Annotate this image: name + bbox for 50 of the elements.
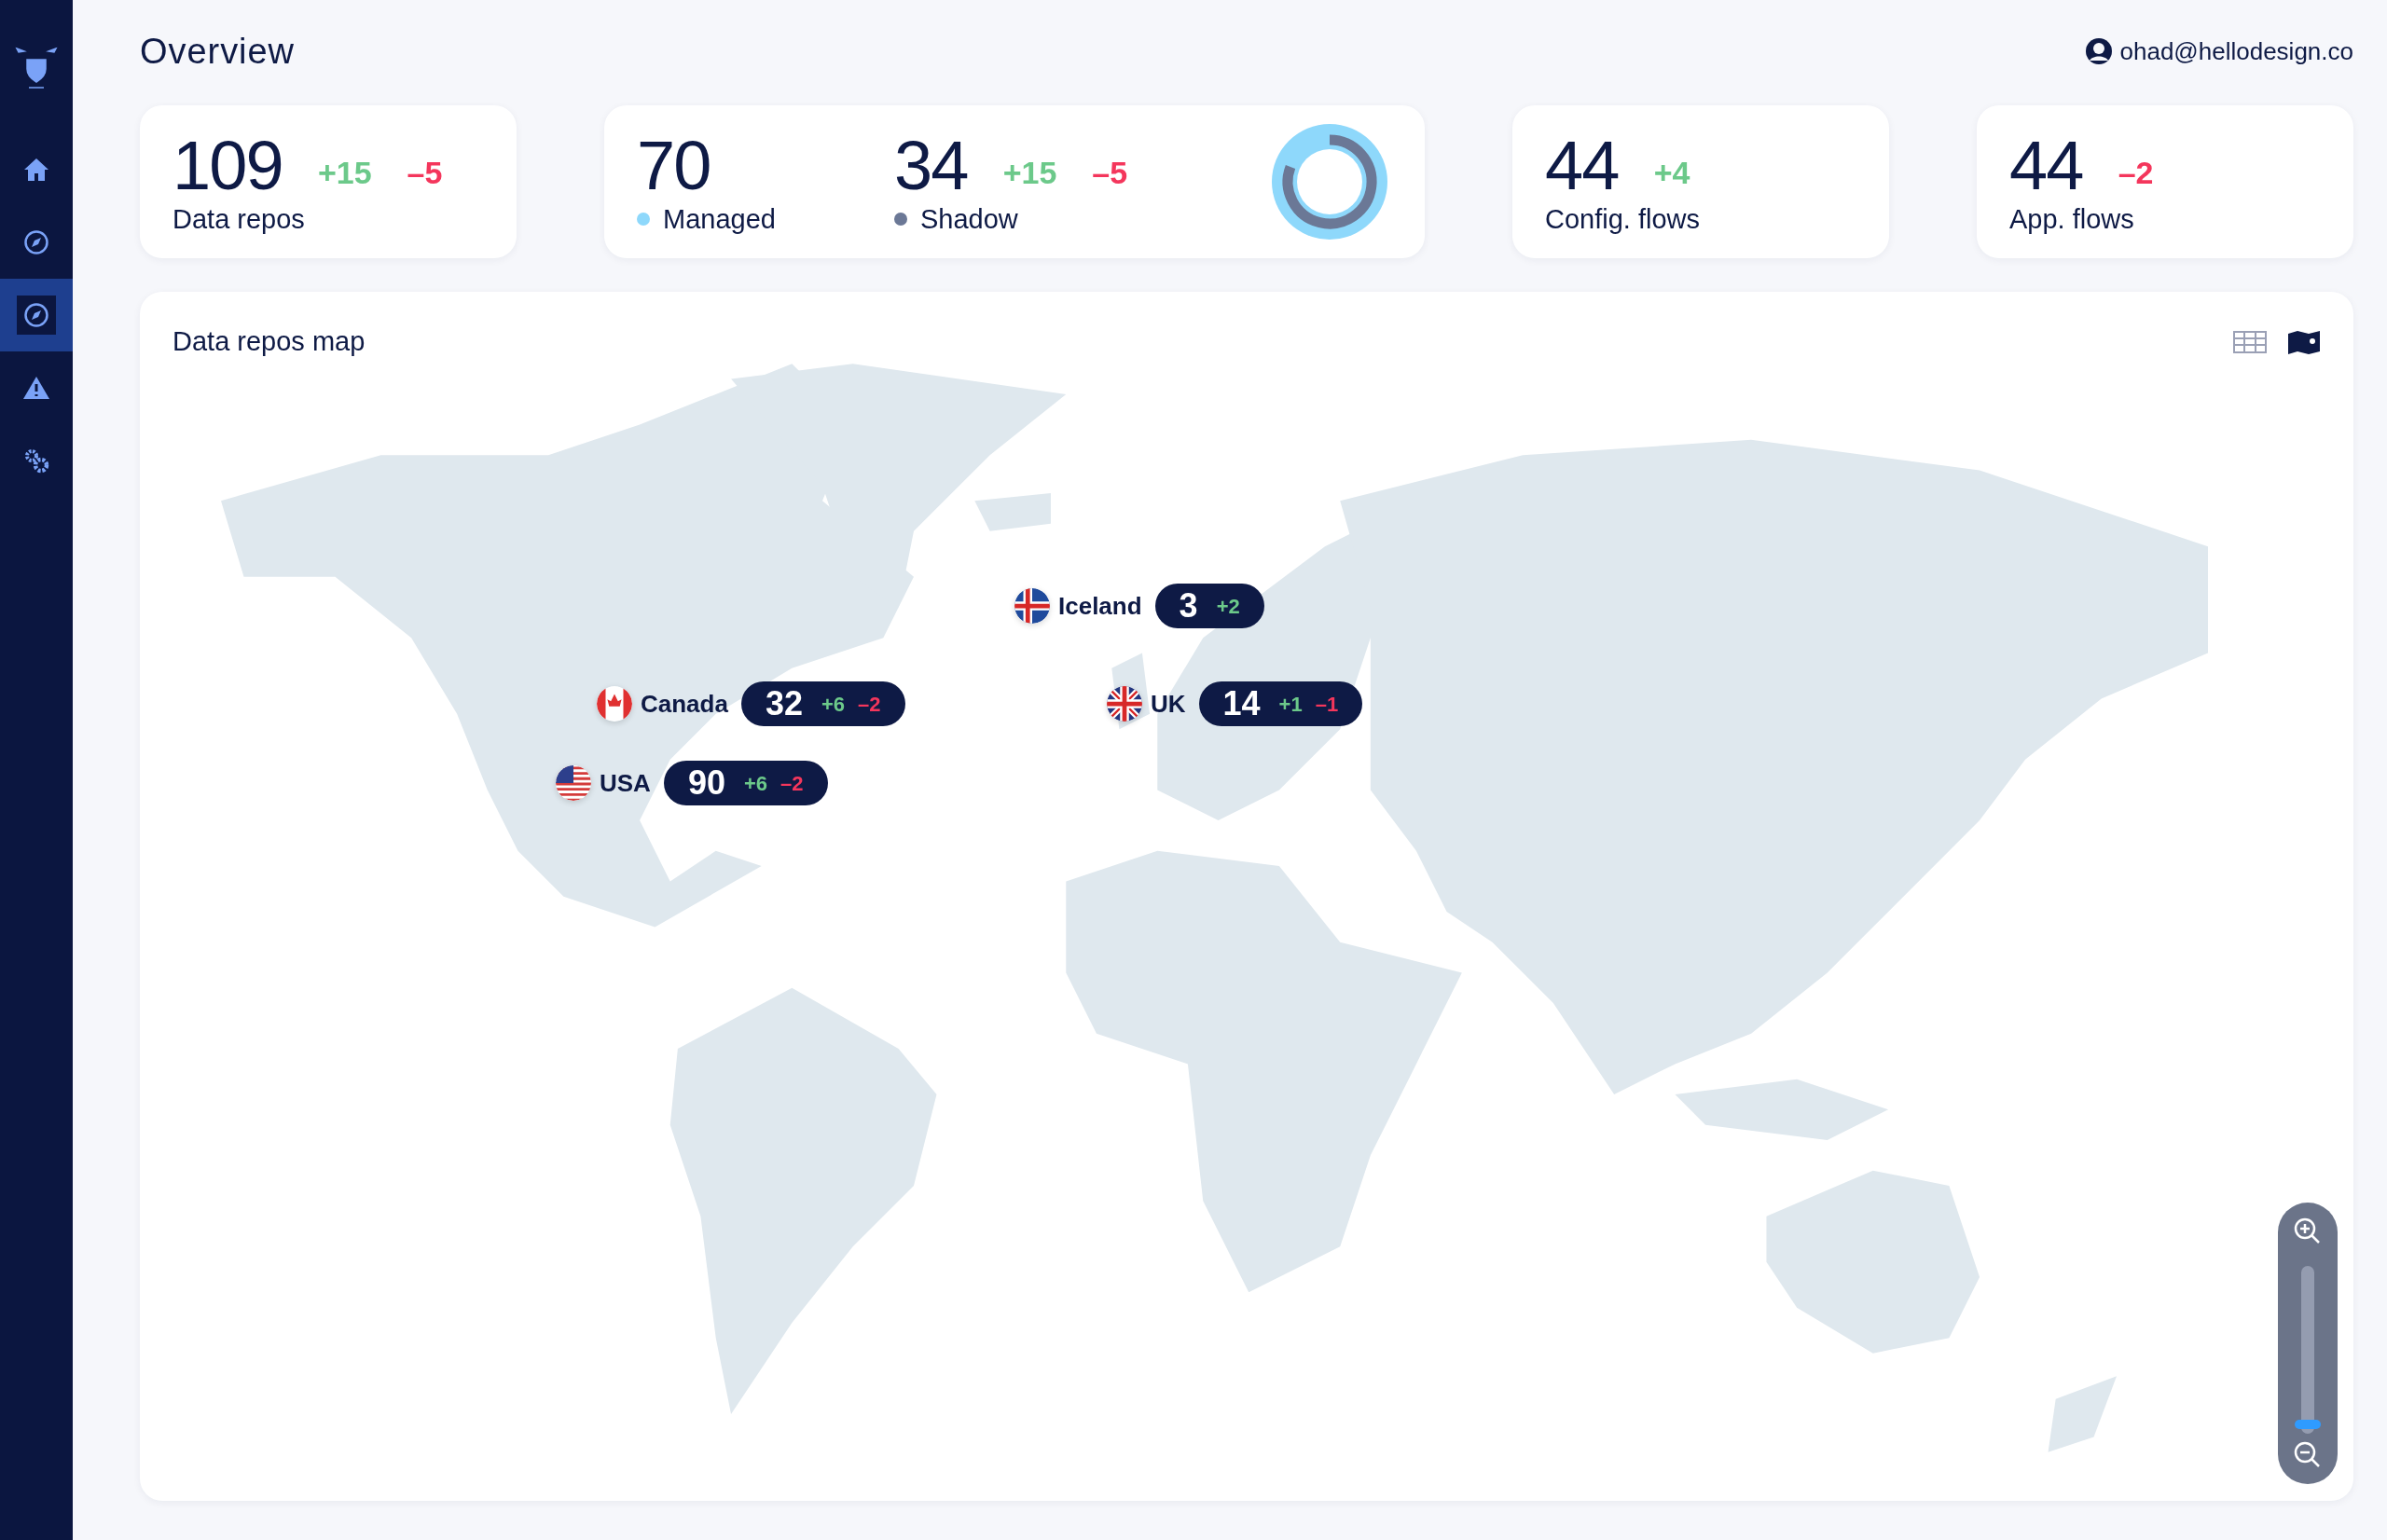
increase-value: +4 <box>1653 153 1690 192</box>
stat-value: 44 <box>1545 129 1619 203</box>
count-pill[interactable]: 3 +2 <box>1154 584 1264 628</box>
count-pill[interactable]: 14 +1 –1 <box>1198 681 1363 726</box>
gears-icon <box>22 447 50 474</box>
count-value: 90 <box>687 763 725 804</box>
decrease-value: –1 <box>1315 691 1339 718</box>
slider-thumb[interactable] <box>2295 1419 2321 1429</box>
user-icon <box>2084 37 2113 65</box>
compass-icon <box>22 301 50 329</box>
increase-value: +6 <box>821 691 846 718</box>
decrease-value: –5 <box>1092 153 1128 192</box>
country-name: Canada <box>641 688 728 720</box>
count-pill[interactable]: 90 +6 –2 <box>663 761 828 805</box>
stat-label: Config. flows <box>1545 203 1700 235</box>
stat-label: App. flows <box>2009 203 2135 235</box>
country-name: USA <box>600 767 651 799</box>
stat-label: Managed <box>663 203 776 235</box>
stat-value: 70 <box>637 129 711 203</box>
count-pill[interactable]: 32 +6 –2 <box>740 681 905 726</box>
flag-icon <box>1107 686 1142 722</box>
decrease-value: –2 <box>858 691 881 718</box>
stat-value: 109 <box>172 129 283 203</box>
compass-icon <box>22 228 50 256</box>
country-name: Iceland <box>1058 590 1142 622</box>
count-value: 14 <box>1222 683 1261 724</box>
sidebar-item[interactable] <box>0 279 73 351</box>
table-view-icon[interactable] <box>2233 328 2267 355</box>
count-value: 3 <box>1179 585 1198 626</box>
decrease-value: –5 <box>407 153 443 192</box>
page-title: Overview <box>140 30 295 73</box>
user-email[interactable]: ohad@hellodesign.co <box>2119 33 2353 70</box>
flag-icon <box>1014 588 1050 624</box>
map-view-icon[interactable] <box>2287 328 2321 355</box>
count-value: 32 <box>765 683 803 724</box>
decrease-value: –2 <box>2118 153 2154 192</box>
decrease-value: –2 <box>780 770 804 797</box>
stat-value: 34 <box>894 129 968 203</box>
stat-label: Data repos <box>172 203 306 235</box>
zoom-slider[interactable] <box>2295 1266 2321 1434</box>
increase-value: +2 <box>1216 593 1240 620</box>
stat-label: Shadow <box>920 203 1018 235</box>
stat-value: 44 <box>2009 129 2083 203</box>
increase-value: +15 <box>317 153 372 192</box>
increase-value: +6 <box>743 770 768 797</box>
map-title: Data repos map <box>172 325 366 358</box>
home-icon <box>22 156 50 184</box>
country-name: UK <box>1151 688 1186 720</box>
increase-value: +15 <box>1002 153 1057 192</box>
increase-value: +1 <box>1278 691 1303 718</box>
